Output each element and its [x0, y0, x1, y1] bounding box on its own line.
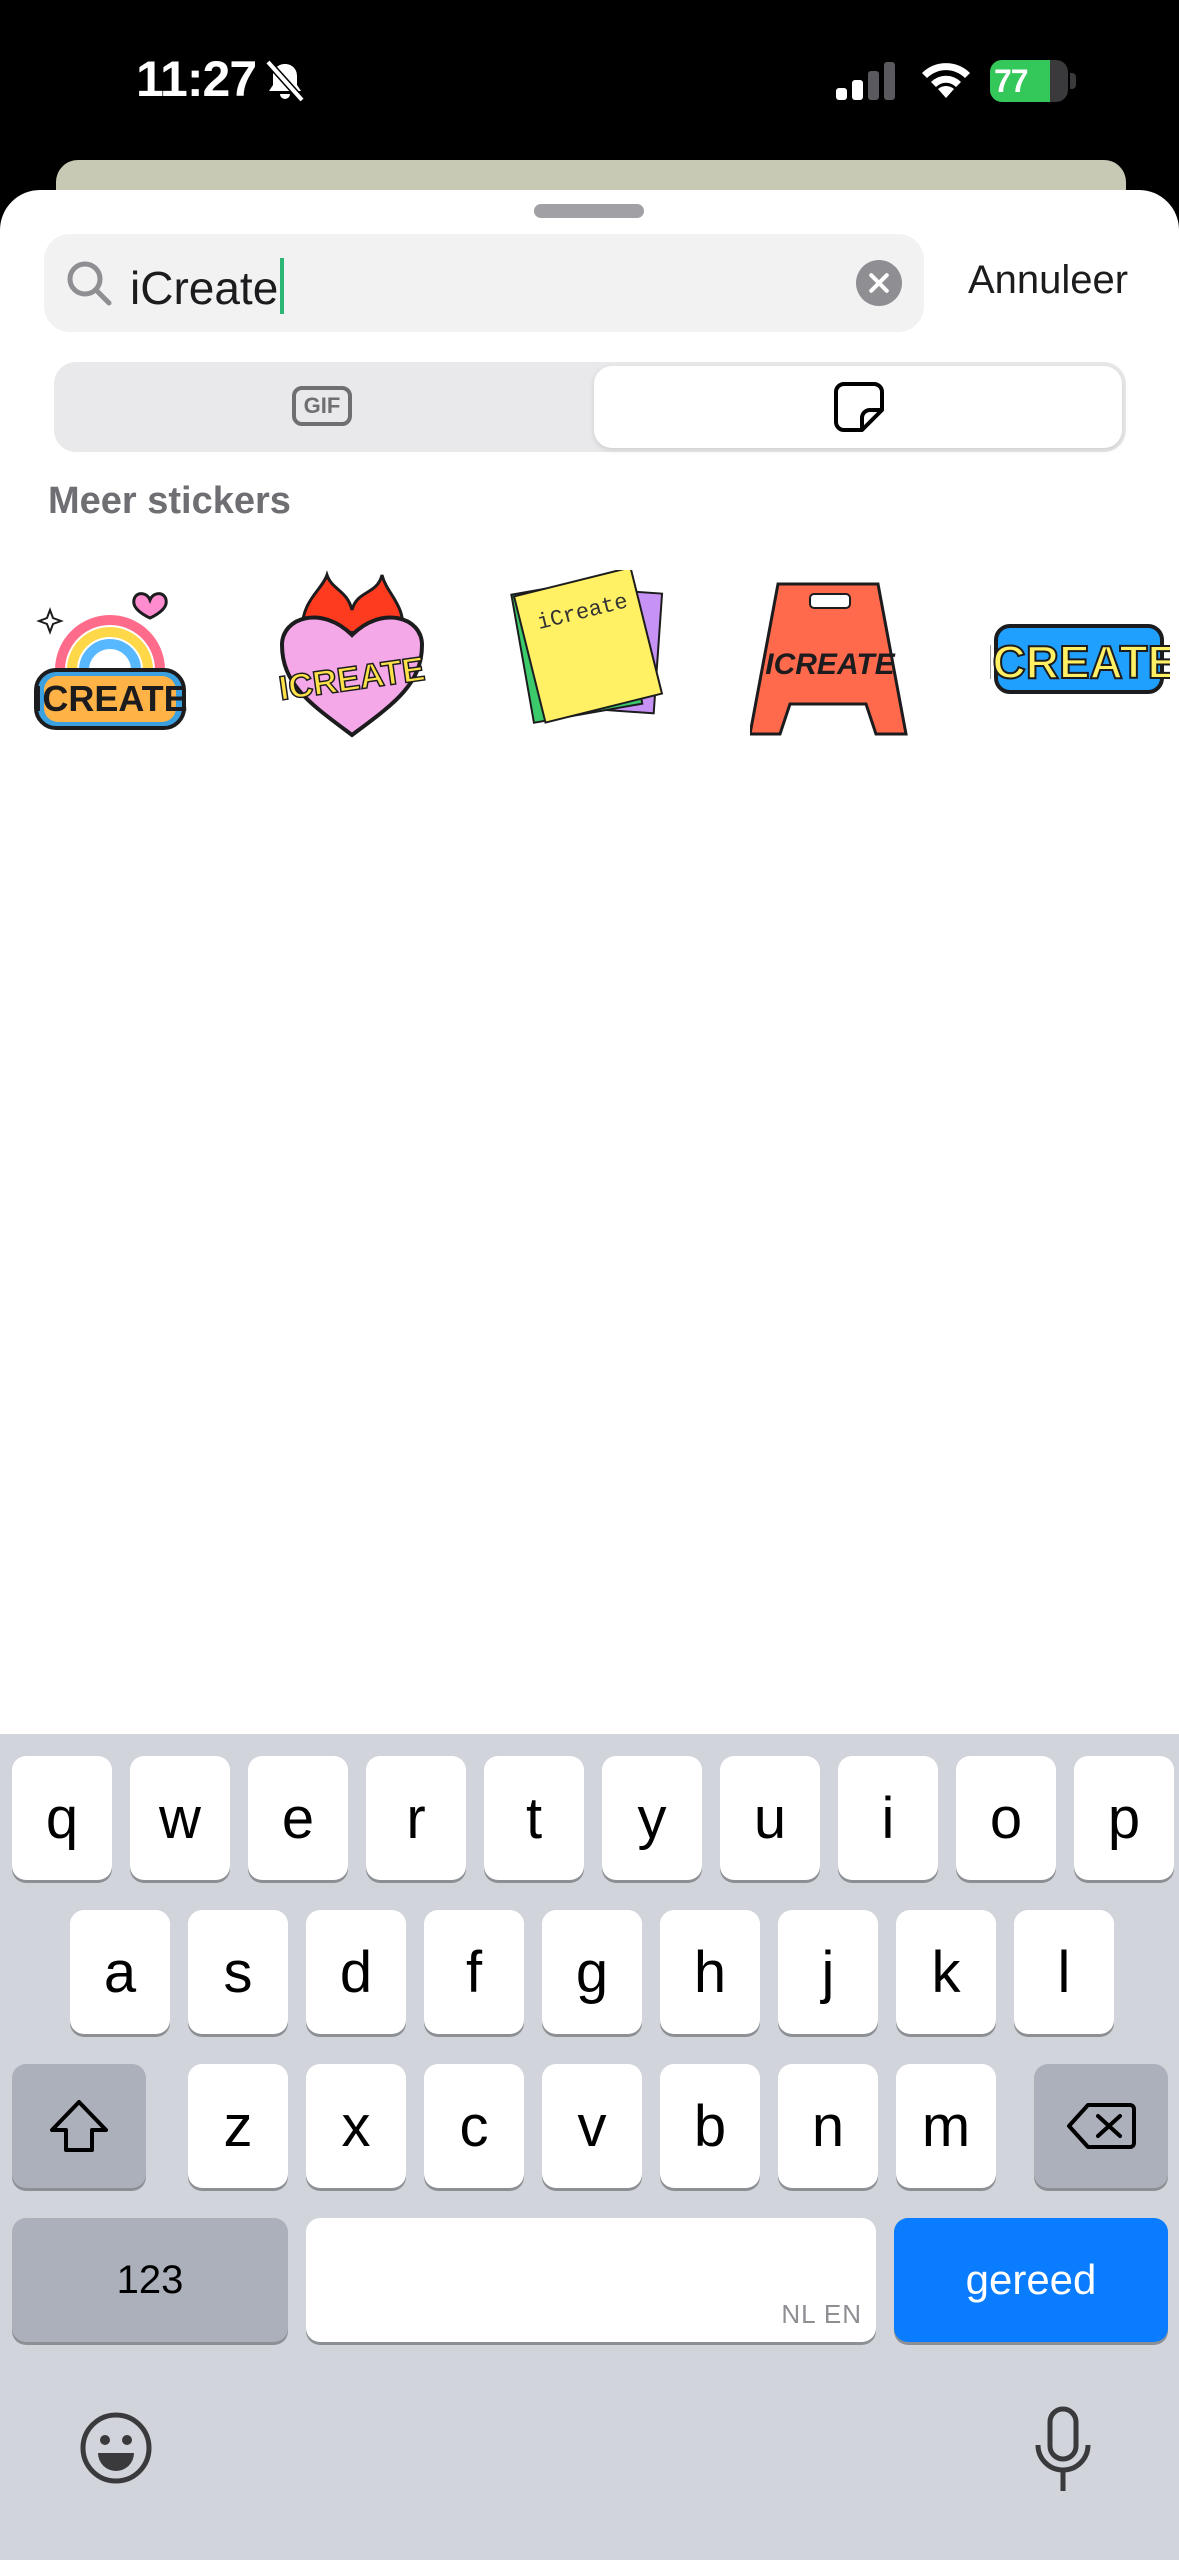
key-t[interactable]: t — [484, 1756, 584, 1880]
key-q[interactable]: q — [12, 1756, 112, 1880]
sticker-text: ICREATE — [765, 648, 895, 681]
flaming-heart-icreate-sticker[interactable]: ICREATE — [272, 570, 432, 740]
wet-floor-sign-icreate-sticker[interactable]: ICREATE — [750, 570, 910, 740]
key-p[interactable]: p — [1074, 1756, 1174, 1880]
key-s[interactable]: s — [188, 1910, 288, 2034]
status-time: 11:27 — [136, 51, 257, 107]
battery-percent: 77 — [994, 63, 1029, 99]
sticky-notes-icreate-sticker[interactable]: iCreate — [508, 570, 668, 740]
emoji-icon[interactable] — [78, 2410, 154, 2486]
key-f[interactable]: f — [424, 1910, 524, 2034]
key-e[interactable]: e — [248, 1756, 348, 1880]
backspace-key[interactable] — [1034, 2064, 1168, 2188]
done-key[interactable]: gereed — [894, 2218, 1168, 2342]
shift-key[interactable] — [12, 2064, 146, 2188]
key-o[interactable]: o — [956, 1756, 1056, 1880]
space-key[interactable]: NL EN — [306, 2218, 876, 2342]
tab-stickers[interactable] — [594, 366, 1122, 448]
key-x[interactable]: x — [306, 2064, 406, 2188]
key-c[interactable]: c — [424, 2064, 524, 2188]
gif-icon: GIF — [292, 386, 352, 426]
rainbow-icreate-sticker[interactable]: ICREATE — [30, 570, 190, 740]
sticker-text: ICREATE — [32, 678, 187, 719]
search-icon — [67, 261, 112, 306]
shift-icon — [50, 2100, 108, 2152]
sticker-icon — [834, 382, 884, 432]
bell-slash-icon — [265, 59, 305, 103]
wifi-icon — [922, 63, 970, 98]
text-caret — [280, 258, 285, 314]
sticker-results: ICREATE ICREATE iCreate ICREATE ICREATE — [0, 570, 1179, 740]
search-input[interactable]: iCreate — [130, 258, 285, 314]
key-m[interactable]: m — [896, 2064, 996, 2188]
key-y[interactable]: y — [602, 1756, 702, 1880]
key-n[interactable]: n — [778, 2064, 878, 2188]
backspace-icon — [1067, 2103, 1136, 2149]
numbers-key[interactable]: 123 — [12, 2218, 288, 2342]
keyboard: qwertyuiop asdfghjkl zxcvbnm 123 NL EN g… — [0, 1734, 1179, 2560]
status-bar: 11:27 77 — [0, 0, 1179, 160]
key-j[interactable]: j — [778, 1910, 878, 2034]
key-b[interactable]: b — [660, 2064, 760, 2188]
bold-icreate-text-sticker[interactable]: ICREATE — [990, 570, 1170, 740]
clear-search-icon[interactable] — [856, 260, 902, 306]
key-d[interactable]: d — [306, 1910, 406, 2034]
media-type-segmented-control: GIF — [54, 362, 1126, 452]
tab-gif[interactable]: GIF — [54, 362, 594, 452]
section-title: Meer stickers — [48, 480, 291, 522]
cellular-signal-icon — [836, 62, 895, 100]
sheet-grabber[interactable] — [534, 204, 644, 218]
key-l[interactable]: l — [1014, 1910, 1114, 2034]
key-h[interactable]: h — [660, 1910, 760, 2034]
key-w[interactable]: w — [130, 1756, 230, 1880]
key-i[interactable]: i — [838, 1756, 938, 1880]
key-g[interactable]: g — [542, 1910, 642, 2034]
sticker-text: ICREATE — [990, 636, 1170, 688]
battery-indicator: 77 — [990, 60, 1076, 102]
cancel-button[interactable]: Annuleer — [968, 258, 1128, 303]
key-v[interactable]: v — [542, 2064, 642, 2188]
key-a[interactable]: a — [70, 1910, 170, 2034]
microphone-icon[interactable] — [1030, 2405, 1096, 2495]
search-field[interactable]: iCreate — [44, 234, 924, 332]
key-k[interactable]: k — [896, 1910, 996, 2034]
keyboard-language-label: NL EN — [781, 2299, 862, 2329]
key-z[interactable]: z — [188, 2064, 288, 2188]
key-r[interactable]: r — [366, 1756, 466, 1880]
key-u[interactable]: u — [720, 1756, 820, 1880]
